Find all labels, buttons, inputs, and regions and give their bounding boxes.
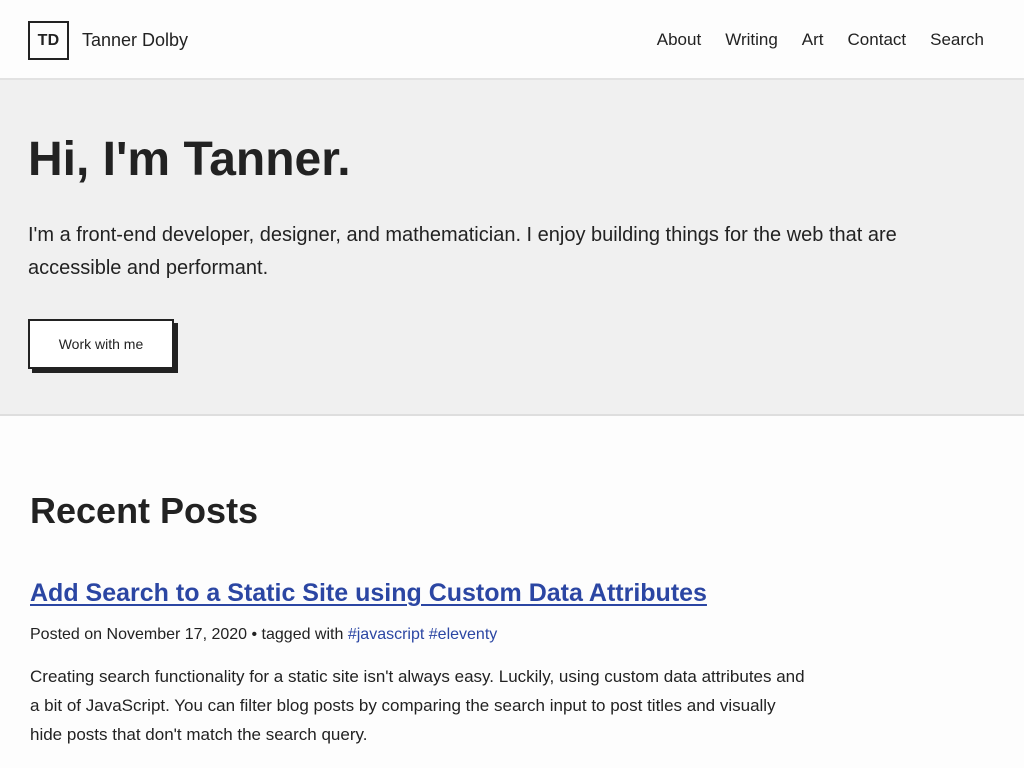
nav-contact[interactable]: Contact: [848, 29, 907, 51]
tag-javascript-link[interactable]: #javascript: [348, 626, 424, 643]
home-link[interactable]: TD Tanner Dolby: [28, 21, 188, 60]
main-navigation: About Writing Art Contact Search: [657, 29, 984, 51]
post-excerpt: Creating search functionality for a stat…: [30, 667, 805, 744]
tag-eleventy-link[interactable]: #eleventy: [429, 626, 498, 643]
recent-posts-heading: Recent Posts: [30, 490, 259, 531]
post-meta-separator: • tagged with: [251, 626, 344, 643]
nav-writing[interactable]: Writing: [725, 29, 778, 51]
site-header: TD Tanner Dolby About Writing Art Contac…: [0, 0, 1024, 80]
site-name: Tanner Dolby: [82, 30, 189, 50]
post-date: November 17, 2020: [106, 626, 248, 643]
site-logo: TD: [28, 21, 69, 60]
work-with-me-button[interactable]: Work with me: [28, 319, 174, 369]
post-title-link[interactable]: Add Search to a Static Site using Custom…: [30, 579, 707, 607]
nav-about[interactable]: About: [657, 29, 701, 51]
hero-description: I'm a front-end developer, designer, and…: [28, 224, 897, 279]
post-meta: Posted on November 17, 2020 • tagged wit…: [30, 624, 497, 646]
cta-wrapper: Work with me: [28, 319, 178, 373]
nav-art[interactable]: Art: [802, 29, 824, 51]
nav-search[interactable]: Search: [930, 29, 984, 51]
hero-section: Hi, I'm Tanner. I'm a front-end develope…: [0, 80, 1024, 416]
post-title: Add Search to a Static Site using Custom…: [30, 575, 707, 611]
hero-title: Hi, I'm Tanner.: [28, 133, 351, 186]
post-meta-prefix: Posted on: [30, 626, 103, 643]
